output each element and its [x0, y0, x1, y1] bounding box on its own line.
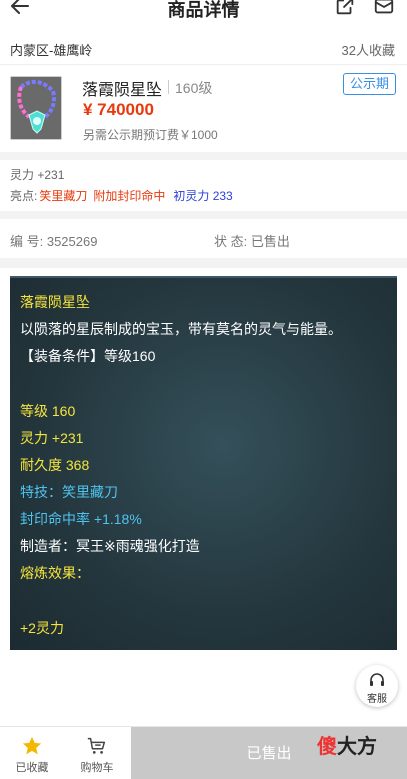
- bottom-action-bar: 已收藏 购物车 已售出 傻大方: [0, 726, 407, 779]
- headset-icon: [370, 673, 384, 686]
- item-level: 160级: [167, 80, 213, 96]
- detail-refine-label: 熔炼效果：: [20, 565, 90, 581]
- detail-refine-value: +2灵力: [20, 620, 64, 636]
- section-gap: [0, 211, 407, 219]
- detail-maker: 制造者：冥王※雨魂强化打造: [20, 538, 200, 554]
- divider: [0, 64, 407, 65]
- lingli-stat: 灵力 +231: [10, 168, 65, 182]
- detail-description: 以陨落的星辰制成的宝玉，带有莫名的灵气与能量。: [20, 321, 342, 337]
- highlight-tag: 附加封印命中: [93, 189, 166, 203]
- detail-level: 等级 160: [20, 403, 76, 419]
- section-gap: [0, 258, 407, 268]
- watermark-red: 傻: [317, 736, 337, 758]
- highlights-label: 亮点:: [10, 189, 38, 203]
- detail-name: 落霞陨星坠: [20, 294, 90, 310]
- customer-service-button[interactable]: 客服: [356, 665, 398, 707]
- item-stats: 灵力 +231 亮点: 笑里藏刀 附加封印命中 初灵力 233: [0, 160, 407, 208]
- favorite-button[interactable]: 已收藏: [7, 731, 57, 775]
- highlight-tag: 初灵力 233: [173, 189, 233, 203]
- highlights-row: 亮点: 笑里藏刀 附加封印命中 初灵力 233: [10, 187, 233, 204]
- section-gap: [0, 152, 407, 160]
- customer-service-label: 客服: [367, 694, 387, 705]
- star-icon: [22, 736, 42, 755]
- item-price: ¥ 740000: [83, 100, 154, 119]
- pendant-icon: [11, 77, 61, 139]
- sold-out-label: 已售出: [246, 745, 292, 762]
- item-status: 状 态: 已售出: [214, 234, 290, 249]
- message-icon[interactable]: [373, 0, 395, 17]
- favorite-count: 32人收藏: [341, 43, 395, 58]
- detail-requirement: 【装备条件】等级160: [20, 348, 156, 364]
- item-name: 落霞陨星坠: [82, 82, 163, 99]
- favorite-label: 已收藏: [15, 762, 49, 774]
- status-badge: 公示期: [343, 73, 396, 95]
- highlight-tag: 笑里藏刀: [39, 189, 88, 203]
- seller-row: 内蒙区-雄鹰岭 32人收藏: [0, 36, 407, 62]
- app-header: 商品详情: [0, 0, 407, 30]
- cart-button[interactable]: 购物车: [72, 731, 122, 775]
- item-thumbnail[interactable]: [10, 76, 62, 140]
- item-detail-panel: 落霞陨星坠 以陨落的星辰制成的宝玉，带有莫名的灵气与能量。 【装备条件】等级16…: [10, 276, 397, 650]
- detail-durability: 耐久度 368: [20, 457, 90, 473]
- item-card: 落霞陨星坠 160级 公示期 ¥ 740000 另需公示期预订费￥1000: [0, 70, 407, 150]
- item-meta-row: 编 号: 3525269 状 态: 已售出: [0, 228, 407, 252]
- watermark: 傻大方: [317, 730, 377, 759]
- cart-label: 购物车: [80, 762, 114, 774]
- shopping-cart-icon: [87, 737, 106, 754]
- watermark-dark: 大方: [337, 736, 377, 758]
- server-area: 内蒙区-雄鹰岭: [10, 43, 93, 58]
- item-number: 编 号: 3525269: [10, 234, 98, 249]
- detail-lingli: 灵力 +231: [20, 430, 84, 446]
- preorder-fee: 另需公示期预订费￥1000: [83, 128, 218, 142]
- detail-skill: 特技：笑里藏刀: [20, 484, 118, 500]
- detail-seal-rate: 封印命中率 +1.18%: [20, 511, 142, 527]
- share-icon[interactable]: [334, 0, 356, 17]
